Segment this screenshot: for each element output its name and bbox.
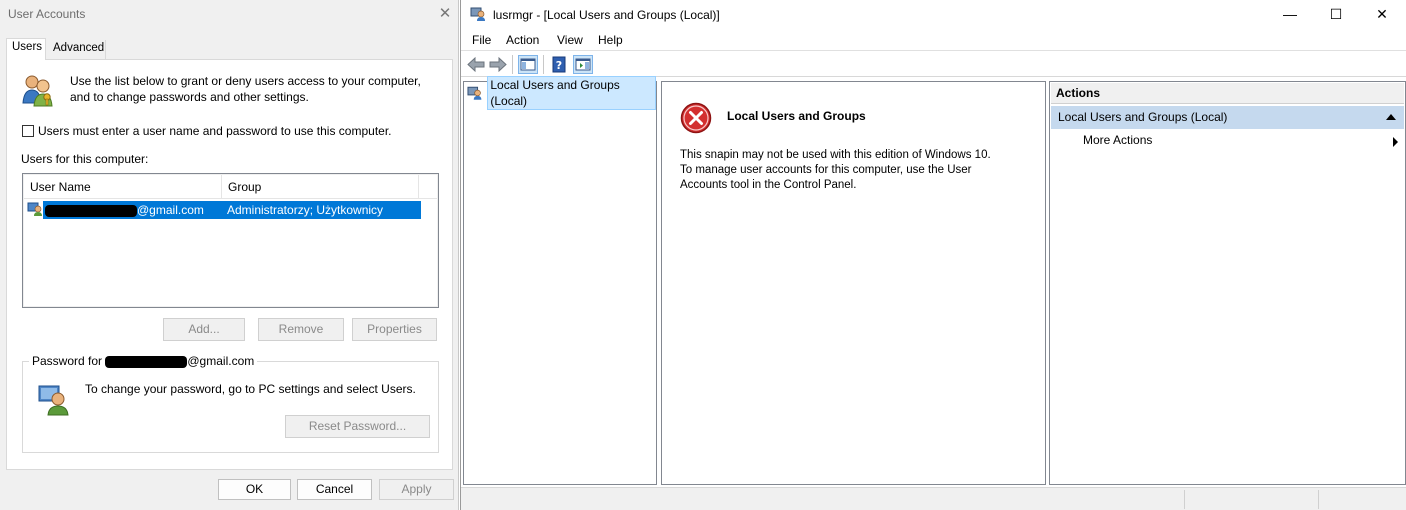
password-legend: Password for @gmail.com: [29, 354, 258, 368]
console-tree[interactable]: Local Users and Groups (Local): [463, 76, 657, 485]
email-suffix: @gmail.com: [137, 203, 204, 217]
users-listview[interactable]: User Name Group @gmail.com Administrator…: [22, 173, 439, 308]
listview-header: User Name Group: [24, 175, 437, 199]
actions-header: Actions: [1051, 83, 1404, 104]
menu-view[interactable]: View: [557, 33, 583, 47]
status-divider: [1184, 490, 1185, 509]
cancel-button[interactable]: Cancel: [297, 479, 372, 500]
toolbar-separator: [543, 55, 544, 74]
user-name-cell: @gmail.com: [45, 201, 204, 219]
tab-users[interactable]: Users: [6, 38, 46, 60]
listview-rows: @gmail.com Administratorzy; Użytkownicy: [24, 199, 437, 306]
users-list-label: Users for this computer:: [21, 152, 149, 166]
svg-text:?: ?: [556, 59, 562, 72]
actions-pane: Actions Local Users and Groups (Local) M…: [1049, 81, 1406, 485]
close-icon[interactable]: ✕: [1359, 0, 1405, 30]
minimize-icon[interactable]: —: [1267, 0, 1313, 30]
menu-file[interactable]: File: [472, 33, 491, 47]
mmc-app-icon: [470, 7, 485, 21]
error-icon: [680, 102, 712, 134]
back-arrow-icon[interactable]: [466, 55, 486, 74]
error-title: Local Users and Groups: [727, 109, 866, 123]
tree-item-label: Local Users and Groups (Local): [487, 76, 656, 110]
show-hide-action-pane-icon[interactable]: [573, 55, 593, 74]
menu-help[interactable]: Help: [598, 33, 623, 47]
group-cell: Administratorzy; Użytkownicy: [227, 203, 384, 217]
actions-section-local-users-groups[interactable]: Local Users and Groups (Local): [1051, 106, 1404, 129]
require-login-checkbox[interactable]: [22, 125, 34, 137]
tab-advanced[interactable]: Advanced: [48, 40, 106, 59]
toolbar-separator: [512, 55, 513, 74]
password-groupbox: Password for @gmail.com To change your p…: [22, 354, 439, 453]
local-users-groups-icon: [467, 86, 482, 100]
menu-action[interactable]: Action: [506, 33, 539, 47]
users-icon: [22, 75, 53, 107]
users-description: Use the list below to grant or deny user…: [70, 74, 421, 104]
ok-button[interactable]: OK: [218, 479, 291, 500]
status-divider: [1318, 490, 1319, 509]
lusrmgr-window: lusrmgr - [Local Users and Groups (Local…: [460, 0, 1406, 510]
maximize-icon[interactable]: ☐: [1313, 0, 1359, 30]
user-password-icon: [38, 385, 69, 416]
table-row[interactable]: @gmail.com Administratorzy; Użytkownicy: [43, 201, 421, 219]
window-title: lusrmgr - [Local Users and Groups (Local…: [493, 8, 720, 22]
help-icon[interactable]: ?: [549, 55, 569, 74]
password-instruction: To change your password, go to PC settin…: [85, 382, 416, 396]
menu-bar: File Action View Help: [461, 30, 1406, 51]
toolbar: ?: [461, 52, 1406, 77]
title-bar[interactable]: lusrmgr - [Local Users and Groups (Local…: [461, 0, 1406, 30]
result-pane: Local Users and Groups This snapin may n…: [661, 81, 1046, 485]
require-login-label[interactable]: Users must enter a user name and passwor…: [38, 124, 392, 138]
status-bar: [461, 487, 1406, 510]
dialog-title: User Accounts: [8, 7, 86, 21]
properties-button[interactable]: Properties: [352, 318, 437, 341]
forward-arrow-icon[interactable]: [488, 55, 508, 74]
column-group[interactable]: Group: [222, 175, 419, 199]
user-row-icon: [27, 202, 42, 216]
redacted-email: [45, 204, 137, 217]
add-button[interactable]: Add...: [163, 318, 245, 341]
submenu-arrow-icon[interactable]: [1393, 137, 1398, 147]
require-login-row: Users must enter a user name and passwor…: [22, 124, 392, 138]
error-message: This snapin may not be used with this ed…: [680, 149, 991, 191]
close-icon[interactable]: ✕: [436, 5, 454, 23]
redacted-email: [105, 355, 188, 368]
show-hide-console-tree-icon[interactable]: [518, 55, 538, 74]
column-user-name[interactable]: User Name: [24, 175, 222, 199]
more-actions-item[interactable]: More Actions: [1083, 133, 1152, 147]
user-accounts-dialog: User Accounts ✕ Users Advanced Use the l…: [0, 0, 459, 510]
apply-button[interactable]: Apply: [379, 479, 454, 500]
remove-button[interactable]: Remove: [258, 318, 344, 341]
users-tab-panel: Use the list below to grant or deny user…: [6, 59, 453, 470]
reset-password-button[interactable]: Reset Password...: [285, 415, 430, 438]
collapse-up-icon[interactable]: [1386, 114, 1396, 120]
tree-item-local-users-groups[interactable]: Local Users and Groups (Local): [467, 76, 656, 110]
